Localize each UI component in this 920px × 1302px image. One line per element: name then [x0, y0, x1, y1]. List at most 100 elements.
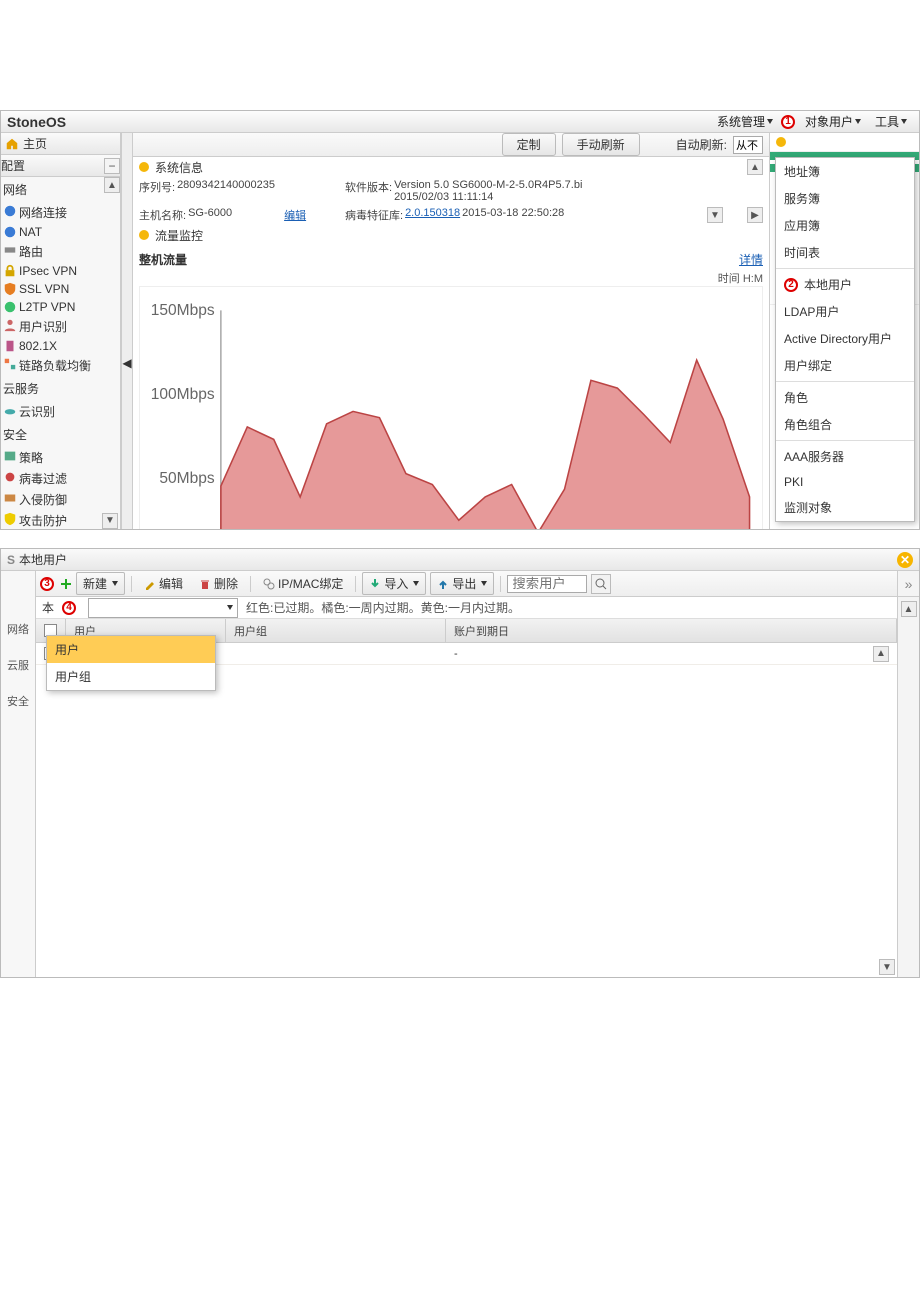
flow-chart: 150Mbps 100Mbps 50Mbps 15:35 21:35 03:35…	[139, 286, 763, 530]
virus-link[interactable]: 2.0.150318	[405, 207, 460, 223]
mini-side-cloud[interactable]: 云服	[7, 657, 29, 673]
sidebar-home[interactable]: 主页	[1, 133, 120, 155]
step-marker-1: 1	[781, 115, 795, 129]
sidebar-item-nat[interactable]: NAT	[1, 223, 120, 241]
lb-icon	[3, 357, 17, 371]
sidebar-item-netconn[interactable]: 网络连接	[1, 202, 120, 223]
dd-pki[interactable]: PKI	[776, 470, 914, 494]
sidebar-item-ips[interactable]: 入侵防御	[1, 489, 120, 510]
sidebar-item-lb[interactable]: 链路负载均衡	[1, 355, 120, 376]
sidebar-item-cloudrec[interactable]: 云识别	[1, 401, 120, 422]
shield-icon	[3, 282, 17, 296]
window-prefix: S	[7, 553, 15, 567]
sidebar-item-sslvpn[interactable]: SSL VPN	[1, 280, 120, 298]
sidebar-item-route[interactable]: 路由	[1, 241, 120, 262]
auto-refresh-select[interactable]	[733, 136, 763, 154]
sidebar-collapser[interactable]: ◀	[121, 133, 133, 530]
expire-legend: 红色:已过期。橘色:一周内过期。黄色:一月内过期。	[246, 599, 520, 616]
menu-object-user[interactable]: 对象用户	[799, 111, 867, 132]
serial-value: 2809342140000235	[177, 179, 275, 203]
dd-local-user[interactable]: 2本地用户	[776, 271, 914, 298]
refresh-button[interactable]: 手动刷新	[562, 133, 640, 156]
brand-label: StoneOS	[7, 114, 66, 130]
sidebar-item-antivirus[interactable]: 病毒过滤	[1, 468, 120, 489]
sidebar-cat-network: 网络	[1, 177, 120, 202]
sysinfo-scroll-up[interactable]: ▲	[747, 159, 763, 175]
export-button[interactable]: 导出	[430, 572, 494, 595]
dd-schedule[interactable]: 时间表	[776, 239, 914, 266]
globe-icon	[3, 204, 17, 218]
col-expire[interactable]: 账户到期日	[446, 619, 897, 642]
edit-host-link[interactable]: 编辑	[284, 207, 306, 223]
user-toolbar: 3 新建 编辑 删除 IP/MAC绑定	[36, 571, 897, 597]
close-button[interactable]: ✕	[897, 552, 913, 568]
dd-monitor-obj[interactable]: 监测对象	[776, 494, 914, 521]
sidebar-item-ipsec[interactable]: IPsec VPN	[1, 262, 120, 280]
import-button[interactable]: 导入	[362, 572, 426, 595]
row-expire: -	[454, 648, 458, 660]
plug-icon	[3, 339, 17, 353]
table-scroll-down[interactable]: ▼	[879, 959, 895, 975]
collapse-config-btn[interactable]: −	[104, 158, 120, 174]
host-label: 主机名称:	[139, 207, 186, 223]
dd-ad-user[interactable]: Active Directory用户	[776, 325, 914, 352]
mini-side-net[interactable]: 网络	[7, 621, 29, 637]
mini-side-sec[interactable]: 安全	[7, 693, 29, 709]
serial-label: 序列号:	[139, 179, 175, 203]
right-gutter: » ▲	[897, 571, 919, 977]
new-dropdown: 用户 用户组	[46, 635, 216, 691]
delete-button[interactable]: 删除	[193, 573, 244, 594]
version-value: Version 5.0 SG6000-M-2-5.0R4P5.7.bi	[394, 179, 582, 191]
menu-system[interactable]: 系统管理	[711, 111, 779, 132]
edit-button[interactable]: 编辑	[138, 573, 189, 594]
link-icon	[263, 578, 275, 590]
dd-app-book[interactable]: 应用簿	[776, 212, 914, 239]
menu-tool[interactable]: 工具	[869, 111, 913, 132]
version-date: 2015/02/03 11:11:14	[394, 191, 493, 203]
home-icon	[5, 137, 19, 151]
sysinfo-header: 系统信息 ▲	[133, 157, 769, 177]
col-group[interactable]: 用户组	[226, 619, 446, 642]
dd-user-bind[interactable]: 用户绑定	[776, 352, 914, 379]
sysinfo-scroll-right[interactable]: ▶	[747, 207, 763, 223]
dashboard-window: StoneOS 系统管理 1 对象用户 工具 主页 配置 − ▲	[0, 110, 920, 530]
chart-detail-link[interactable]: 详情	[739, 251, 763, 268]
user-select[interactable]	[88, 598, 238, 618]
expand-gutter[interactable]: »	[905, 576, 913, 592]
dd-ldap-user[interactable]: LDAP用户	[776, 298, 914, 325]
sysinfo-scroll-down[interactable]: ▼	[707, 207, 723, 223]
sidebar-item-attack[interactable]: 攻击防护 ▼	[1, 510, 120, 530]
new-button[interactable]: 新建	[76, 572, 125, 595]
dd-role-combo[interactable]: 角色组合	[776, 411, 914, 438]
virus-label: 病毒特征库:	[345, 207, 403, 223]
sidebar-item-userrec[interactable]: 用户识别	[1, 316, 120, 337]
sidebar-config[interactable]: 配置 −	[1, 155, 120, 177]
scroll-down-btn[interactable]: ▼	[102, 513, 118, 529]
svg-text:150Mbps: 150Mbps	[151, 302, 215, 319]
globe2-icon	[3, 300, 17, 314]
search-user-input[interactable]	[507, 575, 587, 593]
new-group-option[interactable]: 用户组	[47, 663, 215, 690]
virus-icon	[3, 470, 17, 484]
sidebar-item-8021x[interactable]: 802.1X	[1, 337, 120, 355]
dd-address-book[interactable]: 地址簿	[776, 158, 914, 185]
row-scroll-up[interactable]: ▲	[873, 646, 889, 662]
policy-icon	[3, 449, 17, 463]
scroll-up-btn[interactable]: ▲	[104, 177, 120, 193]
plus-icon	[60, 578, 72, 590]
svg-text:50Mbps: 50Mbps	[159, 470, 214, 487]
top-bar: StoneOS 系统管理 1 对象用户 工具	[1, 111, 919, 133]
new-user-option[interactable]: 用户	[47, 636, 215, 663]
sidebar-item-l2tp[interactable]: L2TP VPN	[1, 298, 120, 316]
auto-refresh-label: 自动刷新:	[676, 136, 727, 153]
sidebar-item-policy[interactable]: 策略	[1, 447, 120, 468]
customize-button[interactable]: 定制	[502, 133, 556, 156]
gutter-scroll-up[interactable]: ▲	[901, 601, 917, 617]
dd-service-book[interactable]: 服务簿	[776, 185, 914, 212]
ipmac-button[interactable]: IP/MAC绑定	[257, 573, 349, 594]
export-icon	[437, 578, 449, 590]
host-value: SG-6000	[188, 207, 232, 223]
dd-aaa[interactable]: AAA服务器	[776, 443, 914, 470]
dd-role[interactable]: 角色	[776, 384, 914, 411]
search-button[interactable]	[591, 574, 611, 594]
